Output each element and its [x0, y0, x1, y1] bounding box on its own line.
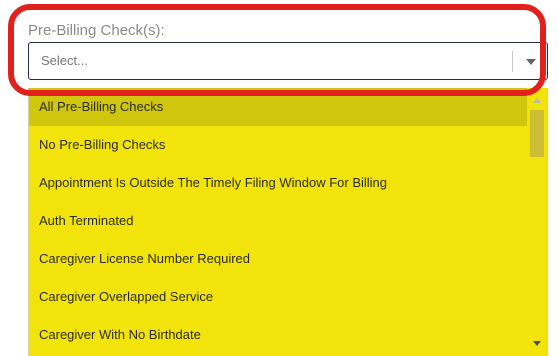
pre-billing-check-label: Pre-Billing Check(s): [28, 22, 165, 39]
select-placeholder: Select... [41, 53, 88, 68]
dropdown-scrollbar[interactable] [527, 88, 547, 356]
pre-billing-check-select[interactable]: Select... [28, 42, 548, 80]
dropdown-option[interactable]: Appointment Is Outside The Timely Filing… [29, 164, 529, 202]
pre-billing-check-dropdown-menu: All Pre-Billing Checks No Pre-Billing Ch… [28, 88, 548, 356]
select-divider [512, 51, 513, 72]
dropdown-option[interactable]: Auth Terminated [29, 202, 529, 240]
scroll-up-arrow-icon[interactable] [533, 98, 541, 103]
scrollbar-thumb[interactable] [530, 110, 544, 157]
dropdown-option[interactable]: Caregiver License Number Required [29, 240, 529, 278]
scroll-down-arrow-icon[interactable] [533, 341, 541, 346]
dropdown-option[interactable]: Caregiver With No Birthdate [29, 316, 529, 354]
dropdown-option[interactable]: All Pre-Billing Checks [29, 88, 529, 126]
dropdown-option[interactable]: Caregiver Overlapped Service [29, 278, 529, 316]
pre-billing-check-widget: Pre-Billing Check(s): Select... All Pre-… [0, 0, 558, 356]
dropdown-option[interactable]: No Pre-Billing Checks [29, 126, 529, 164]
chevron-down-icon[interactable] [526, 59, 536, 65]
